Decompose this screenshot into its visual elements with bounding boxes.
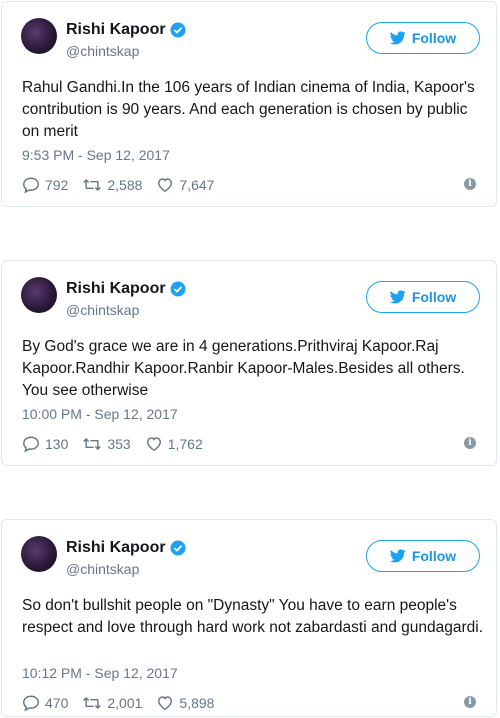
author-name[interactable]: Rishi Kapoor	[66, 280, 166, 298]
retweet-icon	[83, 696, 102, 710]
tweet-text: So don't bullshit people on "Dynasty" Yo…	[22, 597, 483, 636]
like-button[interactable]: 7,647	[156, 176, 214, 194]
info-icon[interactable]: i	[464, 178, 476, 190]
tweet-actions: 470 2,001 5,898	[22, 694, 228, 712]
twitter-bird-icon	[389, 549, 406, 563]
verified-badge-icon	[170, 540, 186, 556]
tweet-card[interactable]: Rishi Kapoor @chintskap Follow Rahul Gan…	[1, 1, 497, 207]
retweet-count: 2,001	[107, 695, 143, 711]
tweet-timestamp[interactable]: 10:12 PM - Sep 12, 2017	[22, 665, 178, 681]
reply-button[interactable]: 470	[22, 694, 68, 712]
retweet-button[interactable]: 2,001	[82, 694, 142, 712]
heart-icon	[158, 178, 173, 193]
reply-icon	[23, 695, 39, 712]
tweet-card[interactable]: Rishi Kapoor @chintskap Follow So don't …	[1, 519, 497, 717]
follow-label: Follow	[411, 30, 457, 46]
like-count: 7,647	[179, 177, 215, 193]
author-row: Rishi Kapoor	[66, 539, 186, 557]
author-handle[interactable]: @chintskap	[66, 43, 139, 59]
tweet-text: By God's grace we are in 4 generations.P…	[22, 338, 465, 399]
author-name[interactable]: Rishi Kapoor	[66, 539, 166, 557]
reply-count: 792	[45, 177, 69, 193]
follow-button[interactable]: Follow	[366, 22, 480, 54]
author-row: Rishi Kapoor	[66, 21, 186, 39]
like-button[interactable]: 5,898	[156, 694, 214, 712]
tweet-actions: 792 2,588 7,647	[22, 176, 228, 194]
like-count: 1,762	[167, 436, 203, 452]
tweet-timestamp[interactable]: 9:53 PM - Sep 12, 2017	[22, 147, 170, 163]
heart-icon	[158, 696, 173, 711]
retweet-button[interactable]: 353	[82, 435, 131, 453]
retweet-icon	[83, 437, 102, 451]
author-name[interactable]: Rishi Kapoor	[66, 21, 166, 39]
reply-count: 130	[45, 436, 69, 452]
verified-badge-icon	[170, 281, 186, 297]
retweet-icon	[83, 178, 102, 192]
reply-icon	[23, 177, 39, 194]
tweet-text: Rahul Gandhi.In the 106 years of Indian …	[22, 79, 475, 140]
author-handle[interactable]: @chintskap	[66, 561, 139, 577]
tweet-timestamp[interactable]: 10:00 PM - Sep 12, 2017	[22, 406, 178, 422]
follow-label: Follow	[411, 548, 457, 564]
retweet-button[interactable]: 2,588	[82, 176, 142, 194]
info-icon[interactable]: i	[464, 437, 476, 449]
author-handle[interactable]: @chintskap	[66, 302, 139, 318]
twitter-bird-icon	[389, 290, 406, 304]
tweet-card[interactable]: Rishi Kapoor @chintskap Follow By God's …	[1, 260, 497, 466]
like-button[interactable]: 1,762	[145, 435, 203, 453]
reply-icon	[23, 436, 39, 453]
reply-button[interactable]: 792	[22, 176, 68, 194]
heart-icon	[146, 437, 161, 452]
follow-button[interactable]: Follow	[366, 281, 480, 313]
tweet-actions: 130 353 1,762	[22, 435, 217, 453]
reply-button[interactable]: 130	[22, 435, 68, 453]
info-icon[interactable]: i	[464, 696, 476, 708]
avatar[interactable]	[21, 536, 57, 572]
retweet-count: 2,588	[107, 177, 143, 193]
twitter-bird-icon	[389, 31, 406, 45]
reply-count: 470	[45, 695, 69, 711]
retweet-count: 353	[107, 436, 131, 452]
like-count: 5,898	[179, 695, 215, 711]
follow-label: Follow	[411, 289, 457, 305]
author-row: Rishi Kapoor	[66, 280, 186, 298]
verified-badge-icon	[170, 22, 186, 38]
follow-button[interactable]: Follow	[366, 540, 480, 572]
avatar[interactable]	[21, 277, 57, 313]
avatar[interactable]	[21, 18, 57, 54]
